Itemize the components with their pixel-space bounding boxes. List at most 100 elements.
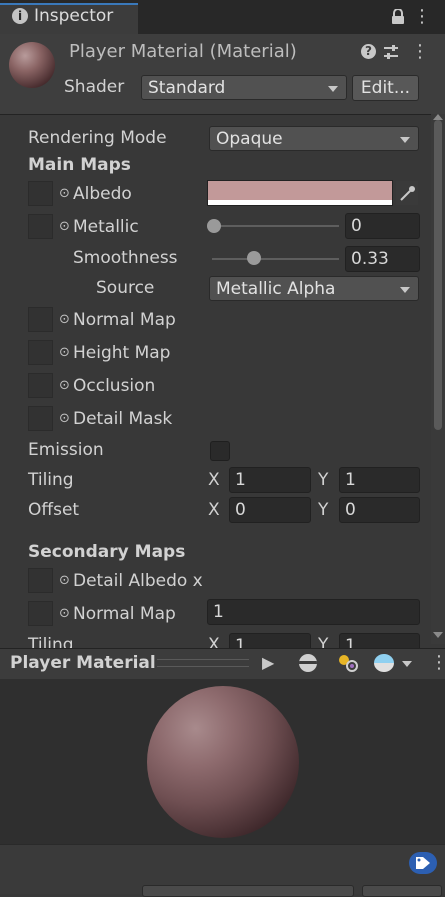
offset-x-value: 0	[235, 500, 246, 520]
detail-albedo-label: Detail Albedo x	[73, 571, 203, 591]
offset-y-value: 0	[345, 500, 356, 520]
height-map-label: Height Map	[73, 343, 171, 363]
object-picker-icon[interactable]: ⊙	[59, 411, 70, 426]
secondary-tiling-x-value: 1	[235, 636, 246, 648]
play-icon[interactable]: ▶	[262, 653, 274, 672]
metallic-label: Metallic	[73, 217, 139, 237]
object-picker-icon[interactable]: ⊙	[59, 219, 70, 234]
chevron-down-icon	[328, 86, 338, 92]
chevron-down-icon	[400, 287, 410, 293]
occlusion-label: Occlusion	[73, 376, 156, 396]
lock-icon[interactable]	[391, 8, 405, 25]
metallic-texture-slot[interactable]	[28, 214, 53, 239]
help-icon[interactable]: ?	[361, 44, 376, 59]
material-preview-sphere	[147, 686, 299, 838]
shader-dropdown[interactable]: Standard	[141, 75, 347, 100]
source-label: Source	[96, 278, 155, 298]
secondary-tiling-x-field[interactable]: 1	[229, 633, 311, 648]
shader-value: Standard	[148, 78, 226, 98]
secondary-tiling-y-value: 1	[345, 636, 356, 648]
shader-label: Shader	[64, 77, 125, 97]
secondary-normal-map-label: Normal Map	[73, 604, 176, 624]
skybox-toggle-icon[interactable]	[374, 654, 394, 672]
preview-drag-handle[interactable]	[157, 659, 249, 667]
footer-button-right[interactable]	[362, 885, 442, 897]
secondary-normal-scale-field[interactable]: 1	[207, 599, 420, 625]
normal-map-label: Normal Map	[73, 310, 176, 330]
light-toggle-icon[interactable]	[337, 653, 359, 673]
offset-x-label: X	[208, 500, 220, 520]
more-options-icon[interactable]: ⋮	[413, 6, 431, 27]
preview-title: Player Material	[10, 653, 156, 673]
tag-icon[interactable]	[409, 852, 437, 874]
main-maps-heading: Main Maps	[28, 155, 131, 175]
rendering-mode-value: Opaque	[216, 129, 283, 149]
scroll-down-arrow-icon[interactable]	[433, 632, 443, 638]
emission-checkbox[interactable]	[210, 441, 230, 461]
albedo-label: Albedo	[73, 184, 132, 204]
secondary-tiling-row: Tiling X 1 Y 1	[0, 633, 431, 648]
tiling-x-value: 1	[235, 470, 246, 490]
scroll-up-arrow-icon[interactable]	[433, 114, 443, 120]
smoothness-slider-track[interactable]	[212, 258, 339, 260]
secondary-tiling-y-field[interactable]: 1	[339, 633, 420, 648]
offset-y-field[interactable]: 0	[339, 497, 420, 523]
material-thumbnail	[9, 42, 55, 88]
material-title: Player Material (Material)	[69, 41, 297, 62]
albedo-texture-slot[interactable]	[28, 181, 53, 206]
metallic-value-field[interactable]: 0	[345, 213, 420, 239]
object-picker-icon[interactable]: ⊙	[59, 186, 70, 201]
footer-button-left[interactable]	[142, 885, 354, 897]
smoothness-value: 0.33	[351, 249, 389, 269]
offset-x-field[interactable]: 0	[229, 497, 311, 523]
smoothness-label: Smoothness	[73, 248, 178, 268]
object-picker-icon[interactable]: ⊙	[59, 606, 70, 621]
edit-shader-button[interactable]: Edit...	[352, 75, 419, 101]
detail-albedo-slot[interactable]	[28, 568, 53, 593]
albedo-alpha-bar	[208, 200, 392, 205]
source-dropdown[interactable]: Metallic Alpha	[209, 276, 419, 301]
height-map-slot[interactable]	[28, 340, 53, 365]
secondary-normal-map-slot[interactable]	[28, 601, 53, 626]
object-picker-icon[interactable]: ⊙	[59, 378, 70, 393]
preview-more-icon[interactable]: ⋮	[430, 652, 445, 673]
tiling-x-field[interactable]: 1	[229, 467, 311, 493]
secondary-normal-scale-value: 1	[213, 602, 224, 622]
rendering-mode-label: Rendering Mode	[28, 128, 167, 148]
secondary-tiling-label: Tiling	[28, 635, 74, 648]
metallic-slider-track[interactable]	[212, 225, 339, 227]
offset-label: Offset	[28, 500, 80, 520]
smoothness-slider-knob[interactable]	[247, 251, 261, 265]
tiling-label: Tiling	[28, 470, 74, 490]
tiling-y-field[interactable]: 1	[339, 467, 420, 493]
info-icon: i	[12, 8, 28, 24]
normal-map-slot[interactable]	[28, 307, 53, 332]
offset-y-label: Y	[318, 500, 329, 520]
object-picker-icon[interactable]: ⊙	[59, 312, 70, 327]
chevron-down-icon	[400, 137, 410, 143]
smoothness-value-field[interactable]: 0.33	[345, 246, 420, 272]
tiling-y-label: Y	[318, 470, 329, 490]
albedo-color-field[interactable]	[207, 180, 393, 206]
detail-mask-label: Detail Mask	[73, 409, 173, 429]
preset-sliders-icon[interactable]	[383, 44, 399, 60]
object-picker-icon[interactable]: ⊙	[59, 573, 70, 588]
metallic-value: 0	[351, 216, 362, 236]
secondary-tiling-x-label: X	[208, 635, 220, 648]
secondary-tiling-y-label: Y	[318, 635, 329, 648]
sphere-mesh-icon[interactable]	[299, 654, 317, 672]
tiling-y-value: 1	[345, 470, 356, 490]
detail-mask-slot[interactable]	[28, 406, 53, 431]
tiling-x-label: X	[208, 470, 220, 490]
object-picker-icon[interactable]: ⊙	[59, 345, 70, 360]
rendering-mode-dropdown[interactable]: Opaque	[209, 126, 419, 151]
metallic-slider-knob[interactable]	[207, 219, 221, 233]
header-more-icon[interactable]: ⋮	[411, 41, 429, 62]
chevron-down-icon[interactable]	[402, 661, 412, 667]
eyedropper-icon[interactable]	[396, 181, 418, 205]
inspector-scrollbar-thumb[interactable]	[434, 120, 442, 430]
source-value: Metallic Alpha	[216, 279, 336, 299]
tab-inspector-label: Inspector	[34, 6, 114, 26]
occlusion-slot[interactable]	[28, 373, 53, 398]
emission-label: Emission	[28, 440, 104, 460]
